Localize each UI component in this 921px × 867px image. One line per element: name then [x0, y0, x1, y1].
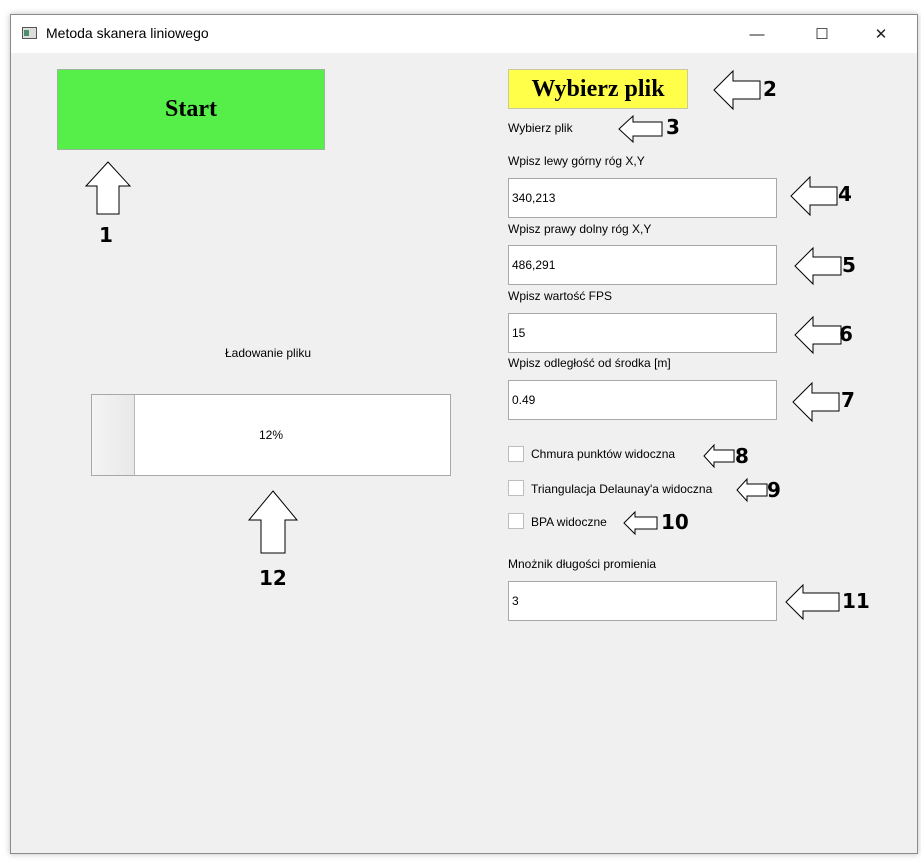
arrow-up-icon: [247, 490, 299, 554]
choose-file-button[interactable]: Wybierz plik: [508, 69, 688, 109]
arrow-left-icon: [623, 510, 658, 536]
annotation-11: 11: [842, 589, 870, 613]
annotation-1: 1: [99, 223, 113, 247]
top-left-label: Wpisz lewy górny róg X,Y: [508, 154, 645, 168]
close-button[interactable]: ✕: [858, 15, 904, 53]
arrow-left-icon: [790, 175, 838, 217]
close-icon: ✕: [874, 26, 888, 43]
annotation-12: 12: [259, 566, 287, 590]
bottom-right-input[interactable]: 486,291: [508, 245, 777, 285]
bottom-right-label: Wpisz prawy dolny róg X,Y: [508, 222, 652, 236]
annotation-6: 6: [839, 322, 853, 346]
annotation-7: 7: [841, 388, 855, 412]
top-left-input[interactable]: 340,213: [508, 178, 777, 218]
radius-label: Mnożnik długości promienia: [508, 557, 657, 571]
arrow-left-icon: [736, 477, 768, 503]
progress-text: 12%: [258, 428, 284, 442]
arrow-left-icon: [713, 69, 761, 111]
radius-input[interactable]: 3: [508, 581, 777, 621]
title-bar: Metoda skanera liniowego — ☐ ✕: [11, 15, 917, 53]
bpa-checkbox[interactable]: [508, 513, 524, 529]
arrow-up-icon: [84, 161, 132, 215]
arrow-left-icon: [703, 443, 735, 469]
maximize-button[interactable]: ☐: [799, 15, 845, 53]
app-window: Metoda skanera liniowego — ☐ ✕ Start Wyb…: [10, 14, 918, 854]
delaunay-label: Triangulacja Delaunay'a widoczna: [531, 482, 713, 496]
annotation-8: 8: [735, 444, 749, 468]
arrow-left-icon: [792, 381, 840, 423]
minimize-button[interactable]: —: [734, 15, 780, 53]
delaunay-checkbox[interactable]: [508, 480, 524, 496]
minimize-icon: —: [749, 25, 765, 43]
fps-input[interactable]: 15: [508, 313, 777, 353]
bpa-label: BPA widoczne: [531, 515, 607, 529]
window-title: Metoda skanera liniowego: [46, 25, 209, 41]
arrow-left-icon: [794, 315, 842, 355]
arrow-left-icon: [794, 246, 842, 286]
point-cloud-label: Chmura punktów widoczna: [531, 447, 676, 461]
distance-input[interactable]: 0.49: [508, 380, 777, 420]
point-cloud-checkbox[interactable]: [508, 446, 524, 462]
annotation-4: 4: [838, 182, 852, 206]
annotation-10: 10: [661, 510, 689, 534]
annotation-2: 2: [763, 77, 777, 101]
annotation-5: 5: [842, 253, 856, 277]
annotation-3: 3: [666, 115, 680, 139]
start-button[interactable]: Start: [57, 69, 325, 150]
file-status-label: Wybierz plik: [508, 121, 573, 135]
fps-label: Wpisz wartość FPS: [508, 289, 613, 303]
arrow-left-icon: [785, 583, 840, 621]
distance-label: Wpisz odległość od środka [m]: [508, 356, 671, 370]
app-icon: [22, 27, 37, 39]
maximize-icon: ☐: [815, 26, 829, 43]
arrow-left-icon: [618, 114, 663, 144]
file-progress-bar: 12%: [91, 394, 451, 476]
annotation-9: 9: [767, 478, 781, 502]
loading-label: Ładowanie pliku: [225, 346, 312, 360]
